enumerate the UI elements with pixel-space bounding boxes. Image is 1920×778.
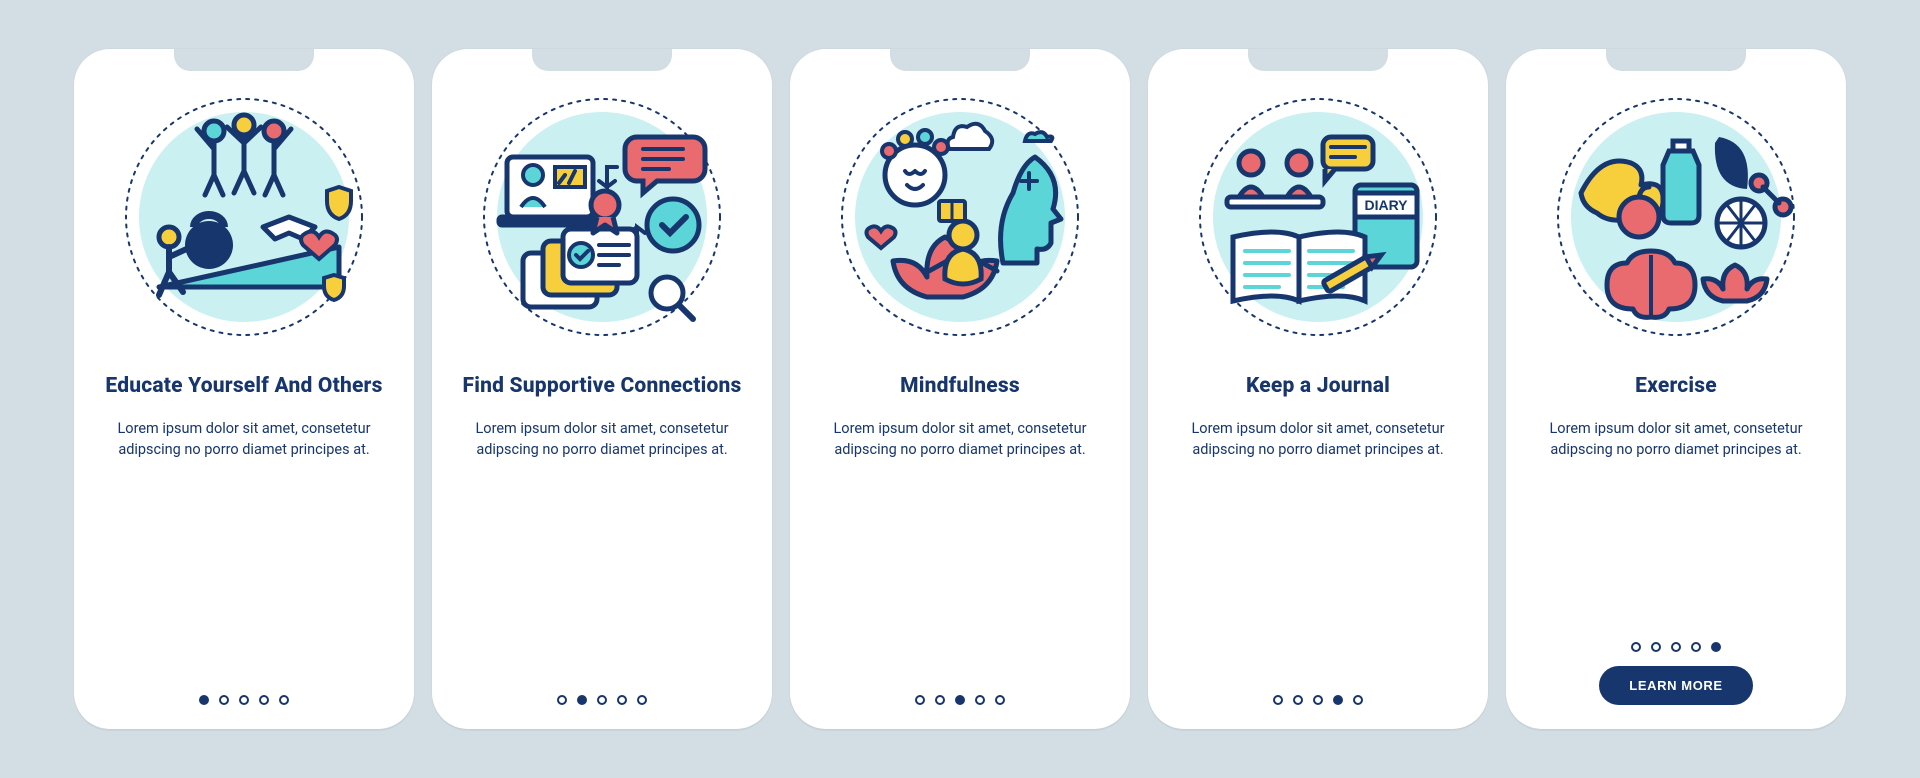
dot-5[interactable] [1353,695,1363,705]
pagination-dots[interactable] [915,695,1005,705]
dot-2[interactable] [219,695,229,705]
dot-1[interactable] [1273,695,1283,705]
teamwork-support-icon [119,97,369,347]
dot-3[interactable] [955,695,965,705]
svg-text:DIARY: DIARY [1364,197,1408,213]
dot-4[interactable] [259,695,269,705]
pagination-dots[interactable] [1631,642,1721,652]
screen-body: Lorem ipsum dolor sit amet, consetetur a… [472,418,732,460]
dot-5[interactable] [637,695,647,705]
dot-5[interactable] [1711,642,1721,652]
onboarding-screen-5[interactable]: Exercise Lorem ipsum dolor sit amet, con… [1506,49,1846,729]
dot-2[interactable] [1293,695,1303,705]
phone-notch [890,49,1030,71]
screen-title: Mindfulness [900,373,1020,400]
dot-2[interactable] [1651,642,1661,652]
screen-bottom [818,695,1102,705]
screen-title: Keep a Journal [1246,373,1390,400]
onboarding-screen-3[interactable]: Mindfulness Lorem ipsum dolor sit amet, … [790,49,1130,729]
screen-body: Lorem ipsum dolor sit amet, consetetur a… [1546,418,1806,460]
dot-4[interactable] [1333,695,1343,705]
onboarding-screen-4[interactable]: DIARY Keep a Journal Lorem ipsum dolor s… [1148,49,1488,729]
screen-body: Lorem ipsum dolor sit amet, consetetur a… [1188,418,1448,460]
phone-notch [532,49,672,71]
dot-4[interactable] [975,695,985,705]
diary-journal-icon: DIARY [1193,97,1443,347]
phone-notch [1248,49,1388,71]
dot-3[interactable] [1671,642,1681,652]
screen-bottom: LEARN MORE [1534,642,1818,705]
dot-1[interactable] [915,695,925,705]
dot-1[interactable] [1631,642,1641,652]
dot-3[interactable] [1313,695,1323,705]
pagination-dots[interactable] [199,695,289,705]
screen-bottom [460,695,744,705]
dot-5[interactable] [279,695,289,705]
tasks-chat-icon [477,97,727,347]
screen-bottom [1176,695,1460,705]
dot-2[interactable] [935,695,945,705]
meditation-icon [835,97,1085,347]
dot-5[interactable] [995,695,1005,705]
pagination-dots[interactable] [557,695,647,705]
dot-4[interactable] [617,695,627,705]
dot-3[interactable] [239,695,249,705]
phone-notch [174,49,314,71]
dot-4[interactable] [1691,642,1701,652]
onboarding-screens-row: Educate Yourself And Others Lorem ipsum … [74,49,1846,729]
screen-title: Exercise [1635,373,1717,400]
screen-body: Lorem ipsum dolor sit amet, consetetur a… [830,418,1090,460]
phone-notch [1606,49,1746,71]
screen-bottom [102,695,386,705]
screen-title: Educate Yourself And Others [105,373,382,400]
screen-body: Lorem ipsum dolor sit amet, consetetur a… [114,418,374,460]
dot-1[interactable] [199,695,209,705]
pagination-dots[interactable] [1273,695,1363,705]
dot-3[interactable] [597,695,607,705]
dot-2[interactable] [577,695,587,705]
screen-title: Find Supportive Connections [463,373,742,400]
learn-more-button[interactable]: LEARN MORE [1599,666,1752,705]
fitness-health-icon [1551,97,1801,347]
onboarding-screen-2[interactable]: Find Supportive Connections Lorem ipsum … [432,49,772,729]
dot-1[interactable] [557,695,567,705]
onboarding-screen-1[interactable]: Educate Yourself And Others Lorem ipsum … [74,49,414,729]
